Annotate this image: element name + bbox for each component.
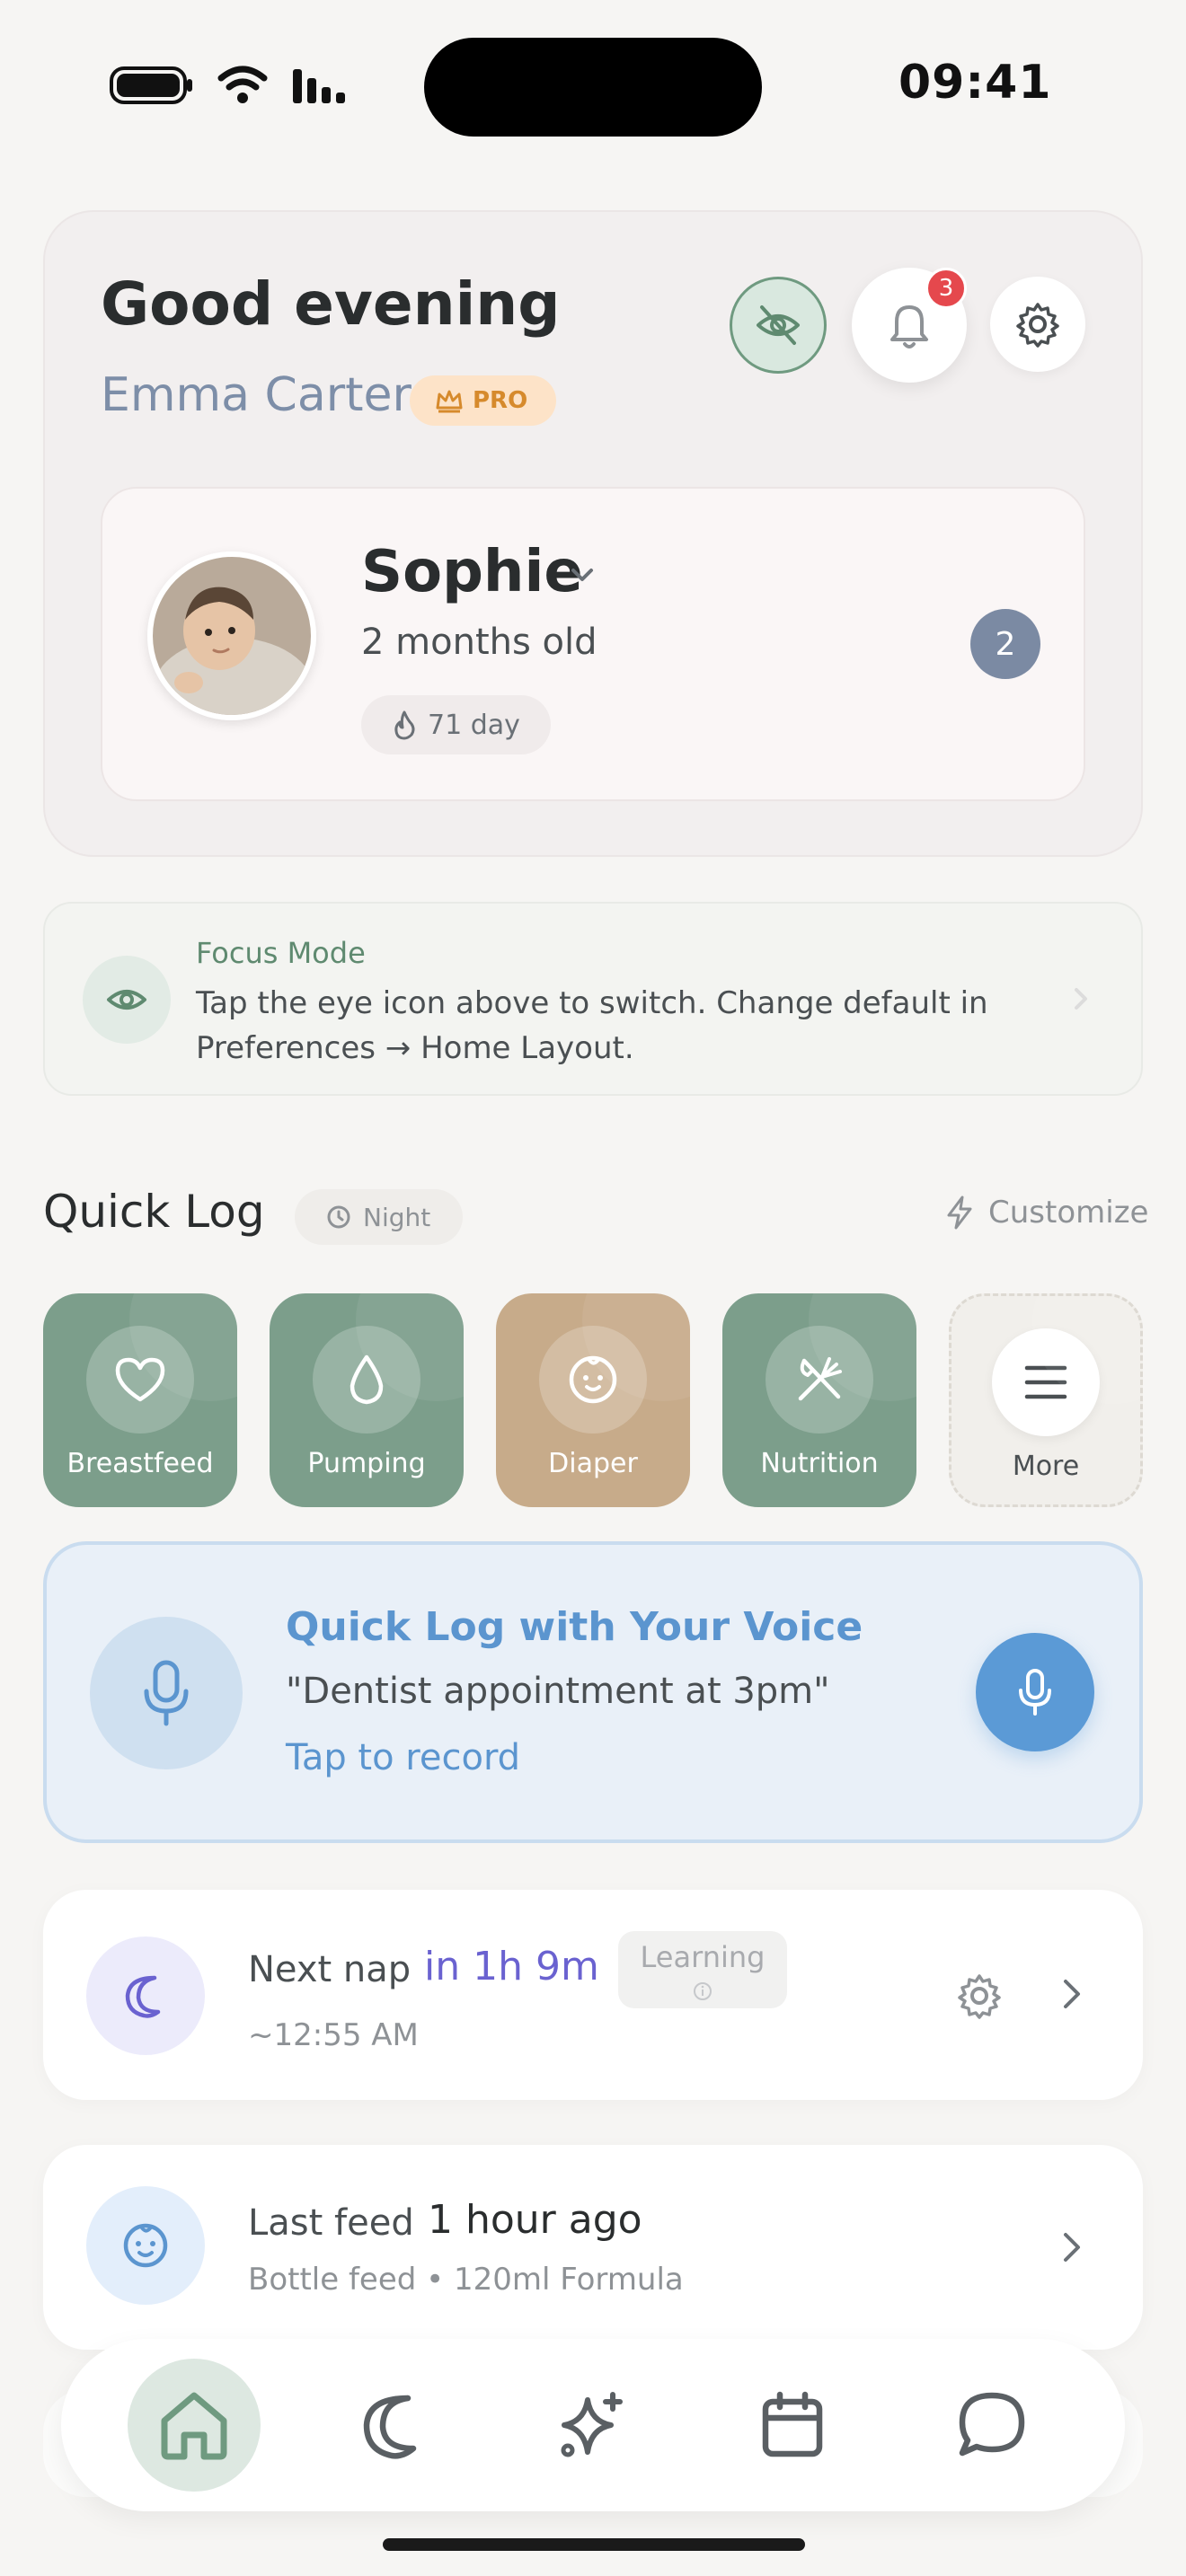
user-name: Emma Carter [101, 368, 412, 422]
home-icon [161, 2392, 227, 2460]
last-feed-detail: Bottle feed • 120ml Formula [248, 2262, 684, 2298]
tile-label: Breastfeed [66, 1448, 214, 1479]
chevron-right-icon[interactable] [1058, 1974, 1085, 2014]
nutrition-icon-circle [766, 1326, 873, 1434]
next-nap-value: in 1h 9m [424, 1944, 599, 1989]
record-button[interactable] [976, 1633, 1094, 1751]
focus-toggle-button[interactable] [730, 277, 827, 374]
microphone-icon [1019, 1669, 1051, 1716]
chat-icon [959, 2392, 1025, 2457]
battery-icon [110, 66, 192, 104]
tab-home[interactable] [128, 2359, 261, 2492]
moon-icon [125, 1975, 161, 2018]
chevron-down-icon[interactable] [564, 557, 600, 593]
learning-pill: Learning [618, 1931, 787, 2008]
last-feed-card[interactable] [43, 2145, 1143, 2350]
customize-label: Customize [988, 1195, 1149, 1231]
microphone-icon [144, 1660, 189, 1726]
quick-log-title: Quick Log [43, 1186, 265, 1238]
tap-to-record-link[interactable]: Tap to record [286, 1737, 520, 1778]
drop-icon [350, 1354, 384, 1405]
pro-label: PRO [473, 387, 528, 414]
tile-label: Nutrition [760, 1448, 879, 1479]
tab-sleep[interactable] [327, 2359, 460, 2492]
status-time: 09:41 [898, 56, 1052, 110]
more-icon-circle [992, 1328, 1100, 1436]
tile-label: Pumping [307, 1448, 426, 1479]
tab-calendar[interactable] [726, 2359, 859, 2492]
baby-avatar[interactable] [147, 551, 316, 720]
eye-off-icon [757, 305, 800, 345]
info-icon [694, 1982, 712, 2000]
quick-log-breastfeed[interactable]: Breastfeed [43, 1293, 237, 1507]
next-nap-label: Next nap [248, 1949, 412, 1990]
tile-label: Diaper [548, 1448, 638, 1479]
learning-label: Learning [640, 1940, 766, 1974]
crown-icon [436, 390, 463, 413]
pro-badge: PRO [410, 375, 557, 426]
voice-log-title: Quick Log with Your Voice [286, 1604, 863, 1650]
last-feed-value: 1 hour ago [428, 2197, 642, 2243]
dynamic-island [424, 38, 762, 137]
baby-age: 2 months old [361, 622, 597, 663]
eye-icon [107, 990, 146, 1010]
quick-log-diaper[interactable]: Diaper [496, 1293, 690, 1507]
bell-icon [890, 305, 928, 348]
diaper-icon-circle [539, 1326, 647, 1434]
heart-icon [115, 1357, 165, 1402]
clock-icon [327, 1205, 350, 1229]
signal-icon [293, 69, 345, 103]
focus-mode-title: Focus Mode [196, 936, 366, 970]
last-feed-label: Last feed [248, 2202, 414, 2244]
notification-badge: 3 [925, 268, 967, 309]
utensils-icon [798, 1357, 842, 1401]
wifi-icon [217, 66, 268, 103]
focus-eye-circle [83, 956, 171, 1044]
baby-name[interactable]: Sophie [361, 539, 583, 605]
chevron-right-icon[interactable] [1067, 983, 1094, 1015]
gear-icon[interactable] [956, 1972, 1003, 2019]
greeting-title: Good evening [101, 269, 561, 339]
voice-mic-circle [90, 1617, 243, 1769]
breastfeed-icon-circle [86, 1326, 194, 1434]
customize-button[interactable]: Customize [943, 1195, 1148, 1231]
streak-pill: 71 day [361, 695, 551, 754]
sparkle-icon [561, 2392, 623, 2457]
focus-mode-text: Tap the eye icon above to switch. Change… [196, 985, 988, 1066]
tile-label: More [1012, 1451, 1080, 1482]
tab-ai[interactable] [527, 2359, 659, 2492]
calendar-icon [762, 2391, 823, 2457]
baby-face-icon [569, 1355, 617, 1404]
quick-log-more[interactable]: More [949, 1293, 1143, 1507]
baby-face-icon [123, 2223, 168, 2268]
gear-icon [1016, 303, 1059, 348]
baby-photo [153, 557, 311, 715]
settings-button[interactable] [990, 277, 1085, 372]
status-icons [110, 63, 354, 108]
flame-icon [394, 710, 415, 740]
quick-log-pumping[interactable]: Pumping [270, 1293, 464, 1507]
nap-icon-circle [86, 1936, 205, 2055]
lightning-icon [947, 1195, 972, 1230]
pumping-icon-circle [313, 1326, 420, 1434]
voice-log-example: "Dentist appointment at 3pm" [286, 1671, 830, 1712]
home-indicator [383, 2538, 805, 2551]
next-nap-time: ~12:55 AM [248, 2017, 419, 2053]
menu-icon [1024, 1365, 1067, 1399]
feed-icon-circle [86, 2186, 205, 2305]
tab-chat[interactable] [925, 2359, 1058, 2492]
quick-log-nutrition[interactable]: Nutrition [722, 1293, 916, 1507]
chevron-right-icon[interactable] [1058, 2228, 1085, 2267]
baby-count-badge[interactable]: 2 [970, 609, 1040, 679]
moon-icon [363, 2395, 417, 2459]
time-of-day-label: Night [363, 1202, 431, 1232]
time-of-day-pill: Night [295, 1189, 464, 1245]
streak-label: 71 day [428, 709, 520, 741]
